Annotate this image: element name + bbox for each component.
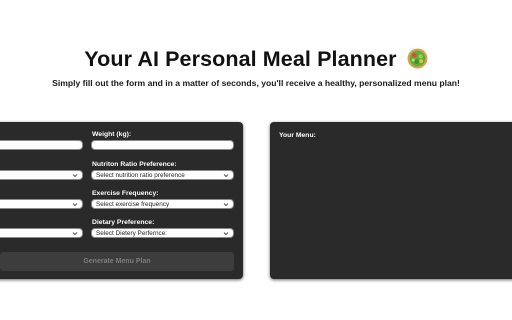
weight-label: Weight (kg): <box>92 131 132 138</box>
left-text-field[interactable] <box>0 140 83 150</box>
page-subtitle: Simply fill out the form and in a matter… <box>52 78 460 88</box>
chevron-down-icon <box>72 232 78 236</box>
left-select-2[interactable] <box>0 170 83 180</box>
chevron-down-icon <box>223 174 229 178</box>
dietary-preference-select-value: Select Dietery Perfernce: <box>96 230 168 237</box>
chevron-down-icon <box>72 174 78 178</box>
nutrition-ratio-select-value: Select nutrition ratio preference <box>96 172 185 179</box>
menu-label: Your Menu: <box>279 132 316 139</box>
left-select-3[interactable]: el <box>0 199 83 209</box>
weight-input[interactable] <box>91 140 234 150</box>
chevron-down-icon <box>223 232 229 236</box>
exercise-frequency-select-value: Select exercise frequency <box>96 201 170 208</box>
exercise-frequency-select[interactable]: Select exercise frequency <box>91 199 234 209</box>
generate-menu-plan-button[interactable]: Generate Menu Plan <box>0 252 234 271</box>
exercise-frequency-label: Exercise Frequency: <box>92 190 159 197</box>
dietary-preference-label: Dietary Preference: <box>92 219 155 226</box>
menu-panel <box>270 122 512 279</box>
page-title-text: Your AI Personal Meal Planner <box>84 47 397 71</box>
left-select-4[interactable]: d <box>0 228 83 238</box>
chevron-down-icon <box>72 203 78 207</box>
nutrition-ratio-select[interactable]: Select nutrition ratio preference <box>91 170 234 180</box>
dietary-preference-select[interactable]: Select Dietery Perfernce: <box>91 228 234 238</box>
page-title: Your AI Personal Meal Planner <box>0 47 512 72</box>
chevron-down-icon <box>223 203 229 207</box>
salad-bowl-icon <box>407 48 428 69</box>
nutrition-ratio-label: Nutriton Ratio Preference: <box>92 161 177 168</box>
